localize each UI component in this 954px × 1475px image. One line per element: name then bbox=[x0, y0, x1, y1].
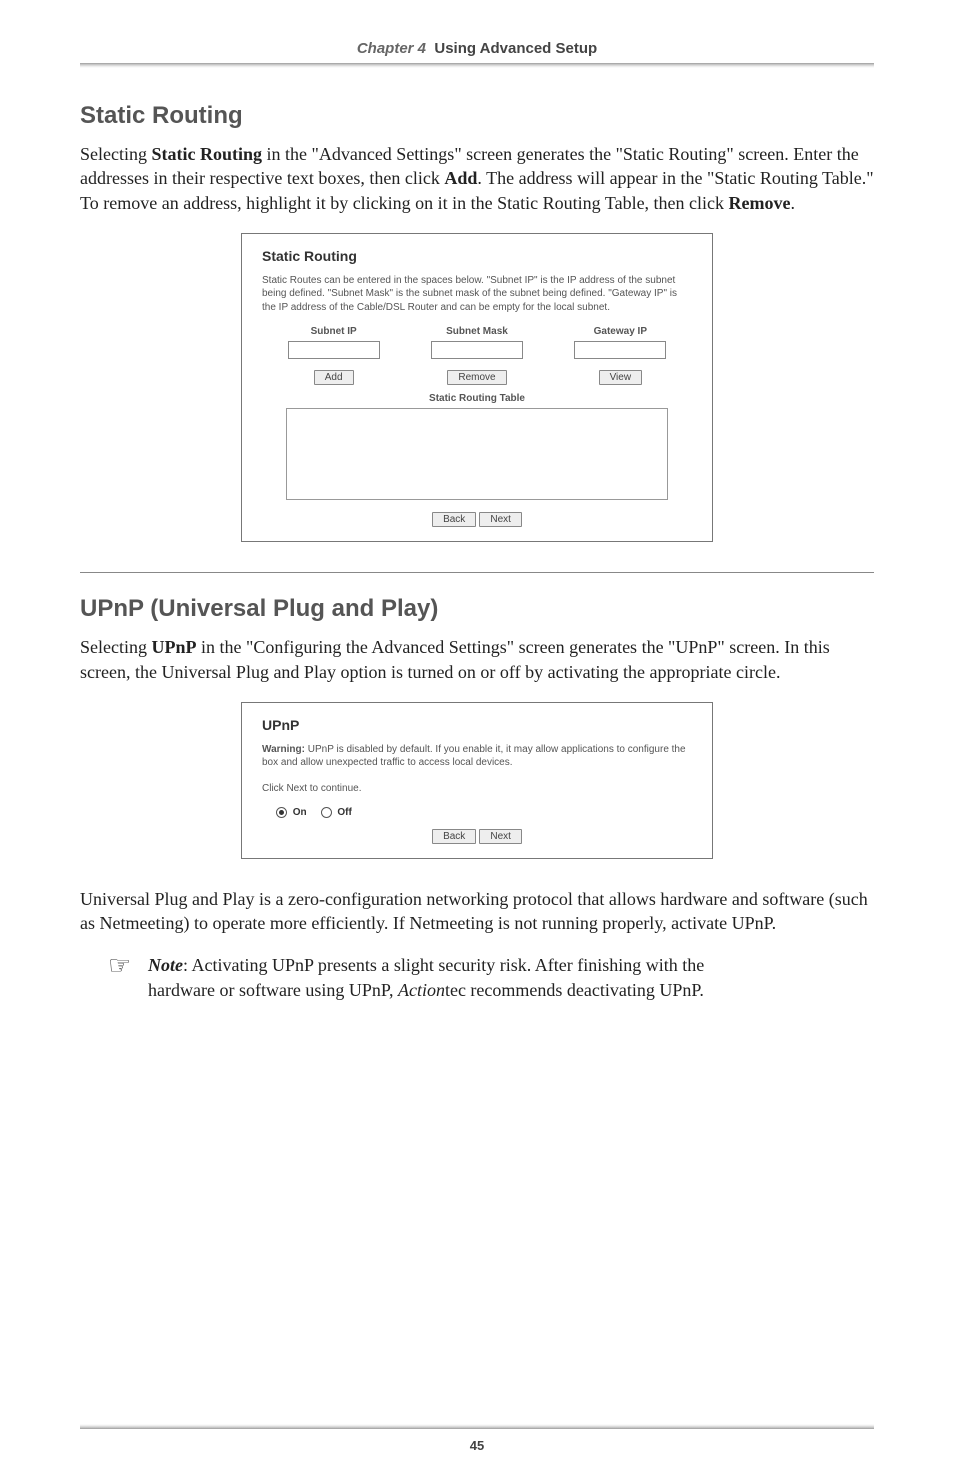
warning-text: UPnP is disabled by default. If you enab… bbox=[262, 744, 686, 769]
col-subnet-mask: Subnet Mask bbox=[405, 326, 548, 337]
running-header: Chapter 4 Using Advanced Setup bbox=[80, 40, 874, 57]
panel-title: Static Routing bbox=[262, 248, 692, 264]
warning-label: Warning: bbox=[262, 744, 305, 755]
subnet-mask-input[interactable] bbox=[431, 341, 523, 359]
upnp-next-button[interactable]: Next bbox=[479, 829, 522, 844]
note-action: Action bbox=[398, 980, 445, 1000]
table-caption: Static Routing Table bbox=[262, 393, 692, 404]
page-number: 45 bbox=[0, 1438, 954, 1453]
upnp-back-button[interactable]: Back bbox=[432, 829, 476, 844]
upnp-title: UPnP bbox=[262, 717, 692, 733]
add-button[interactable]: Add bbox=[314, 370, 354, 385]
chapter-title: Using Advanced Setup bbox=[434, 40, 597, 57]
note-block: ☞ Note: Activating UPnP presents a sligh… bbox=[108, 953, 728, 1002]
panel-desc: Static Routes can be entered in the spac… bbox=[262, 274, 692, 315]
on-label: On bbox=[293, 808, 307, 819]
back-button[interactable]: Back bbox=[432, 512, 476, 527]
radio-off[interactable] bbox=[321, 807, 332, 818]
footer-divider bbox=[80, 1424, 874, 1429]
header-divider bbox=[80, 63, 874, 68]
note-label: Note bbox=[148, 955, 183, 975]
note-icon: ☞ bbox=[108, 953, 148, 1002]
section-heading-static-routing: Static Routing bbox=[80, 102, 874, 130]
gateway-ip-input[interactable] bbox=[574, 341, 666, 359]
upnp-continue: Click Next to continue. bbox=[262, 782, 692, 796]
note-text: Note: Activating UPnP presents a slight … bbox=[148, 953, 728, 1002]
upnp-warning: Warning: UPnP is disabled by default. If… bbox=[262, 743, 692, 770]
next-button[interactable]: Next bbox=[479, 512, 522, 527]
radio-on[interactable] bbox=[276, 807, 287, 818]
chapter-label: Chapter 4 bbox=[357, 40, 426, 57]
upnp-panel: UPnP Warning: UPnP is disabled by defaul… bbox=[241, 702, 713, 859]
col-subnet-ip: Subnet IP bbox=[262, 326, 405, 337]
section-divider bbox=[80, 572, 874, 573]
subnet-ip-input[interactable] bbox=[288, 341, 380, 359]
note-part2: tec recommends deactivating UPnP. bbox=[445, 980, 704, 1000]
section1-body: Selecting Static Routing in the "Advance… bbox=[80, 142, 874, 215]
col-gateway-ip: Gateway IP bbox=[549, 326, 692, 337]
section2-body: Selecting UPnP in the "Configuring the A… bbox=[80, 635, 874, 684]
static-routing-panel: Static Routing Static Routes can be ente… bbox=[241, 233, 713, 543]
off-label: Off bbox=[337, 808, 351, 819]
view-button[interactable]: View bbox=[599, 370, 643, 385]
para3: Universal Plug and Play is a zero-config… bbox=[80, 887, 874, 936]
static-routing-table[interactable] bbox=[286, 408, 668, 500]
section-heading-upnp: UPnP (Universal Plug and Play) bbox=[80, 595, 874, 623]
remove-button[interactable]: Remove bbox=[447, 370, 506, 385]
